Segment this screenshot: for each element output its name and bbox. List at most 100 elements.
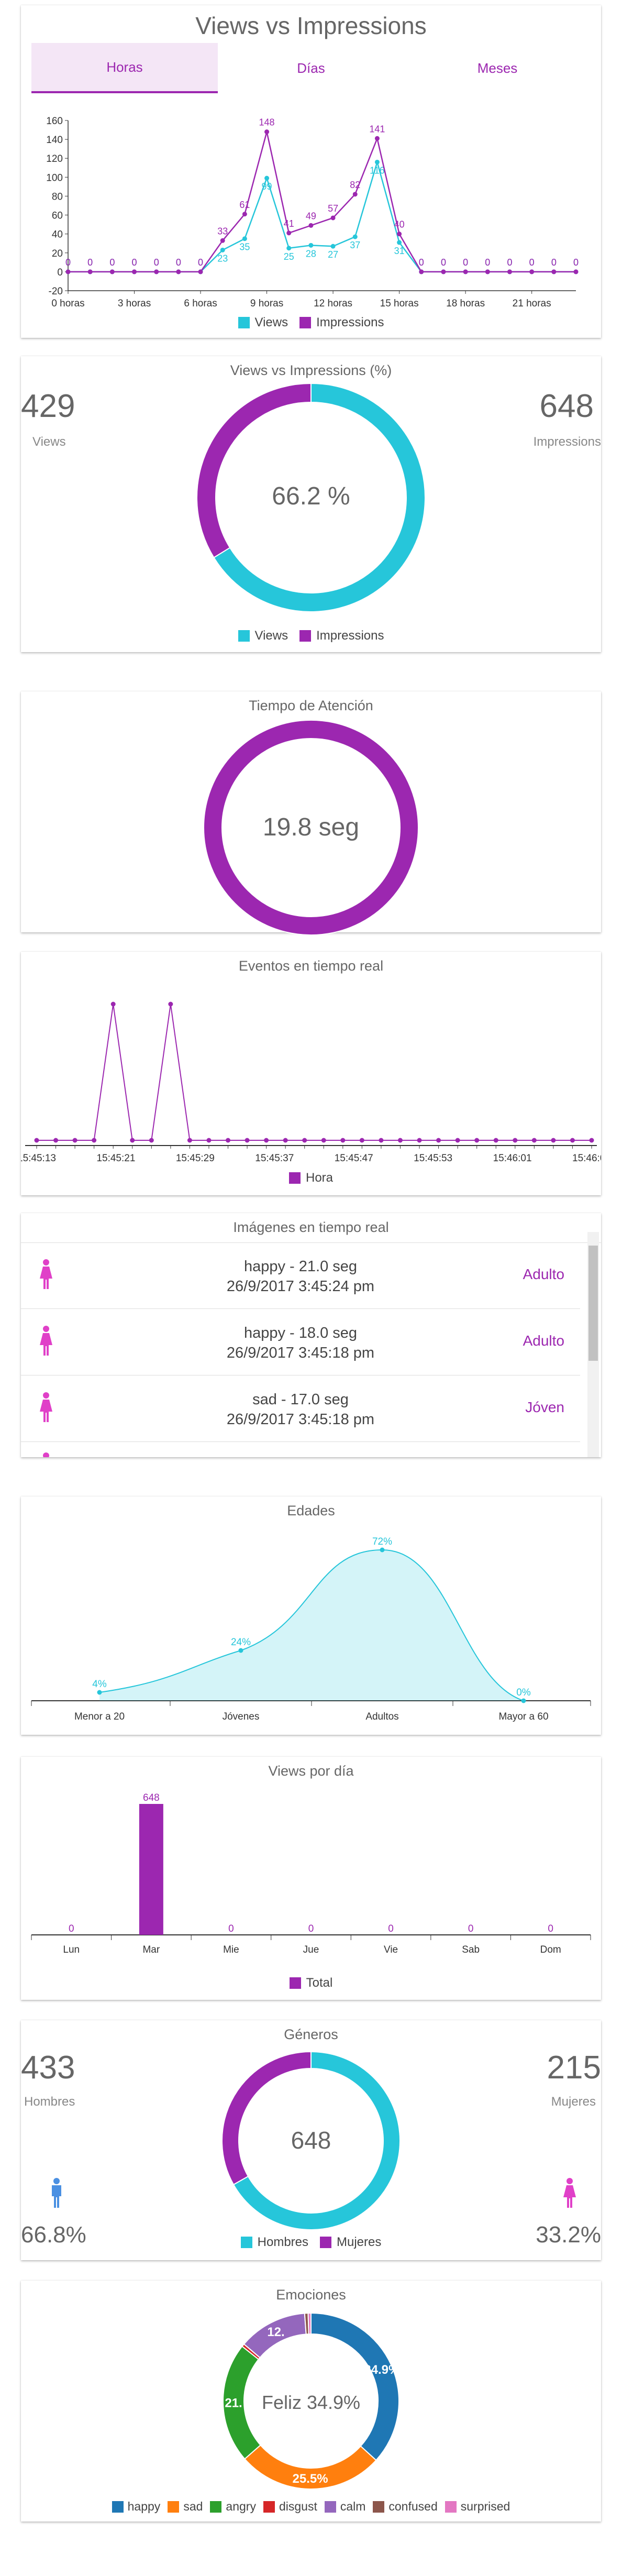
event-point [53, 1138, 59, 1143]
legend-label: Hora [305, 1171, 334, 1185]
data-label: 57 [328, 203, 338, 214]
legend-views[interactable]: Views [238, 629, 288, 643]
emotions-center: Feliz 34.9% [261, 2392, 361, 2413]
data-point-views [220, 247, 225, 252]
image-row[interactable]: happy - 21.0 seg 26/9/2017 3:45:24 pm Adu… [21, 1243, 580, 1309]
legend-label: happy [127, 2500, 161, 2513]
series-line-impressions [68, 131, 576, 273]
ages-card: Edades 4% Menor a 20 24% Jóvenes 72% Adultos 0… [21, 1496, 601, 1735]
legend-impressions[interactable]: Impressions [299, 315, 384, 330]
list-scrollbar[interactable] [587, 1232, 599, 1457]
views-impressions-line-chart: -200204060801001201401600 horas 3 horas 6 … [46, 116, 579, 309]
realtime-events-card: Eventos en tiempo real 15:45:13 15:45:21 1… [21, 952, 601, 1195]
card-title: Views vs Impressions [195, 12, 427, 39]
attention-value: 19.8 seg [262, 813, 360, 841]
data-label: 37 [350, 240, 360, 250]
x-tick-label: 9 horas [250, 298, 283, 309]
legend-views[interactable]: Views [238, 315, 288, 330]
legend-label: angry [226, 2500, 256, 2513]
data-point-impressions [176, 269, 181, 274]
x-tick-label: 18 horas [446, 298, 485, 309]
data-point-impressions [374, 136, 380, 141]
legend-sad[interactable]: sad [168, 2500, 203, 2514]
event-point [417, 1138, 422, 1143]
attention-time-card: Tiempo de Atención 19.8 seg [21, 691, 601, 935]
card-title: Géneros [284, 2027, 338, 2042]
data-point-impressions [154, 269, 159, 274]
bar-category-label: Sab [462, 1944, 480, 1955]
data-label: 0 [65, 257, 71, 268]
bar-category-label: Dom [540, 1944, 561, 1955]
data-label: 31 [394, 246, 405, 256]
bar-value-label: 0 [388, 1923, 394, 1934]
bar-category-label: Lun [63, 1944, 80, 1955]
data-label: 116 [370, 165, 385, 175]
scrollbar-thumb[interactable] [588, 1246, 598, 1361]
realtime-events-chart: 15:45:13 15:45:21 15:45:29 15:45:37 15:45:47… [21, 1001, 601, 1164]
legend-mujeres[interactable]: Mujeres [320, 2235, 381, 2250]
image-date: 26/9/2017 3:45:18 pm [226, 1411, 375, 1428]
legend-happy[interactable]: happy [112, 2500, 161, 2514]
image-row[interactable]: sad - 17.0 seg 26/9/2017 3:45:18 pm Jóven [21, 1376, 580, 1442]
card-title: Views vs Impressions (%) [230, 362, 392, 378]
legend-hombres[interactable]: Hombres [240, 2235, 308, 2250]
y-tick-label: 20 [52, 248, 63, 259]
data-point-views [308, 243, 314, 248]
card-title: Imágenes en tiempo real [233, 1219, 389, 1235]
data-label: 40 [394, 219, 405, 230]
event-point [34, 1138, 39, 1143]
bar-value-label: 648 [143, 1792, 160, 1803]
emotion-duration: sad - 17.0 seg [252, 1391, 349, 1408]
views-pct-card: Views vs Impressions (%) 429 Views 648 I… [21, 356, 601, 652]
legend-label: Views [254, 315, 288, 329]
angry-swatch [210, 2501, 222, 2513]
tab-horas[interactable]: Horas [31, 43, 218, 93]
data-label: 41 [284, 218, 294, 229]
event-point [531, 1138, 537, 1143]
tab-dias[interactable]: Días [218, 43, 404, 93]
impressions-label: Impressions [533, 435, 601, 449]
y-tick-label: 0 [57, 267, 63, 278]
legend-calm[interactable]: calm [324, 2500, 365, 2514]
realtime-images-card: Imágenes en tiempo real happy - 21.0 seg… [21, 1213, 601, 1457]
data-label: 33 [217, 226, 228, 236]
legend-label: Impressions [316, 629, 384, 643]
bar-category-label: Mie [223, 1944, 239, 1955]
legend-total[interactable]: Total [289, 1976, 332, 1990]
tab-meses[interactable]: Meses [404, 43, 591, 93]
bar-value-label: 0 [228, 1923, 234, 1934]
data-point-views [352, 234, 358, 239]
image-row[interactable]: happy - 18.0 seg 26/9/2017 3:45:18 pm Adu… [21, 1309, 580, 1375]
bar-category-label: Jue [303, 1944, 319, 1955]
legend-angry[interactable]: angry [210, 2500, 256, 2514]
data-label: 0 [441, 257, 446, 268]
legend-impressions[interactable]: Impressions [299, 629, 384, 643]
x-tick-label: 15:45:37 [255, 1153, 294, 1164]
data-label: 0 [419, 257, 424, 268]
ages-data-label: 24% [231, 1637, 251, 1648]
x-tick-label: 15:45:21 [96, 1153, 135, 1164]
event-point [72, 1138, 77, 1143]
legend-hora[interactable]: Hora [288, 1171, 334, 1185]
legend-surprised[interactable]: surprised [445, 2500, 510, 2514]
data-label: 0 [573, 257, 579, 268]
donut-slice [307, 2312, 312, 2335]
ages-area-chart: 4% Menor a 20 24% Jóvenes 72% Adultos 0% Mayor … [31, 1536, 591, 1722]
donut-slice [221, 2051, 312, 2186]
data-point-views [242, 236, 247, 241]
data-label: 0 [507, 257, 512, 268]
legend-disgust[interactable]: disgust [263, 2500, 317, 2514]
x-tick-label: 15:45:47 [335, 1153, 373, 1164]
event-point [570, 1138, 575, 1143]
event-point [321, 1138, 326, 1143]
ages-point [521, 1698, 526, 1703]
legend-confused[interactable]: confused [373, 2500, 438, 2514]
views-swatch [238, 630, 250, 642]
donut-slice [310, 2312, 399, 2461]
x-tick-label: 15:45:29 [176, 1153, 215, 1164]
data-point-views [330, 244, 336, 249]
data-label: 0 [87, 257, 93, 268]
card-title: Tiempo de Atención [249, 698, 373, 713]
views-vs-impressions-card: Views vs Impressions Horas Días Meses -2… [21, 5, 601, 338]
event-point [474, 1138, 480, 1143]
